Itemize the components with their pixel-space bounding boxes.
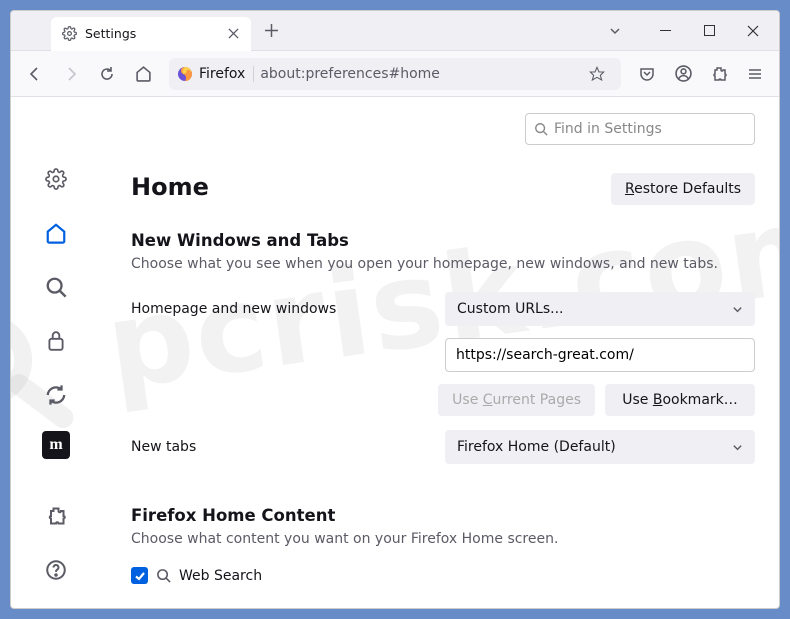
reload-button[interactable] [91, 58, 123, 90]
restore-defaults-button[interactable]: Restore Defaults [611, 173, 755, 205]
use-bookmark-button[interactable]: Use Bookmark… [605, 384, 755, 416]
nav-toolbar: Firefox about:preferences#home [11, 51, 779, 97]
section-title-home-content: Firefox Home Content [131, 506, 755, 525]
titlebar: Settings [11, 11, 779, 51]
home-button[interactable] [127, 58, 159, 90]
browser-tab[interactable]: Settings [51, 17, 251, 51]
newtabs-select[interactable]: Firefox Home (Default) [445, 430, 755, 464]
url-bar[interactable]: Firefox about:preferences#home [169, 58, 621, 90]
bookmark-star-button[interactable] [581, 58, 613, 90]
websearch-checkbox[interactable] [131, 567, 148, 584]
maximize-button[interactable] [687, 12, 731, 50]
app-menu-button[interactable] [739, 58, 771, 90]
gear-icon [61, 26, 77, 42]
back-button[interactable] [19, 58, 51, 90]
pocket-button[interactable] [631, 58, 663, 90]
check-icon [134, 570, 146, 582]
sidebar-item-privacy[interactable] [38, 323, 74, 359]
search-icon [156, 568, 171, 583]
tab-title: Settings [85, 26, 136, 41]
sidebar-item-more-mozilla[interactable]: m [42, 431, 70, 459]
identity-label: Firefox [199, 66, 245, 82]
sidebar-item-help[interactable] [38, 552, 74, 588]
use-current-pages-button[interactable]: Use Current Pages [438, 384, 595, 416]
sidebar-item-general[interactable] [38, 161, 74, 197]
identity-box[interactable]: Firefox [177, 66, 254, 82]
extensions-button[interactable] [703, 58, 735, 90]
homepage-mode-select[interactable]: Custom URLs... [445, 292, 755, 326]
tab-list-dropdown[interactable] [597, 13, 633, 49]
search-icon [534, 122, 548, 136]
close-window-button[interactable] [731, 12, 775, 50]
page-title: Home [131, 173, 209, 201]
section-desc-1: Choose what you see when you open your h… [131, 256, 755, 272]
homepage-label: Homepage and new windows [131, 301, 431, 317]
close-tab-button[interactable] [225, 26, 241, 42]
chevron-down-icon [732, 442, 743, 453]
sidebar-item-sync[interactable] [38, 377, 74, 413]
chevron-down-icon [732, 304, 743, 315]
minimize-button[interactable] [643, 12, 687, 50]
settings-search-input[interactable]: Find in Settings [525, 113, 755, 145]
sidebar-item-extensions[interactable] [38, 498, 74, 534]
websearch-label: Web Search [179, 568, 262, 584]
sidebar-item-search[interactable] [38, 269, 74, 305]
url-text: about:preferences#home [260, 66, 440, 82]
forward-button[interactable] [55, 58, 87, 90]
search-placeholder: Find in Settings [554, 121, 662, 137]
account-button[interactable] [667, 58, 699, 90]
sidebar: m [11, 97, 101, 608]
new-tab-button[interactable] [257, 17, 285, 45]
main-content: Find in Settings Home Restore Defaults N… [101, 97, 779, 608]
sidebar-item-home[interactable] [38, 215, 74, 251]
section-title-windows-tabs: New Windows and Tabs [131, 231, 755, 250]
newtabs-label: New tabs [131, 439, 431, 455]
firefox-icon [177, 66, 193, 82]
section-desc-2: Choose what content you want on your Fir… [131, 531, 755, 547]
homepage-url-input[interactable] [445, 338, 755, 372]
